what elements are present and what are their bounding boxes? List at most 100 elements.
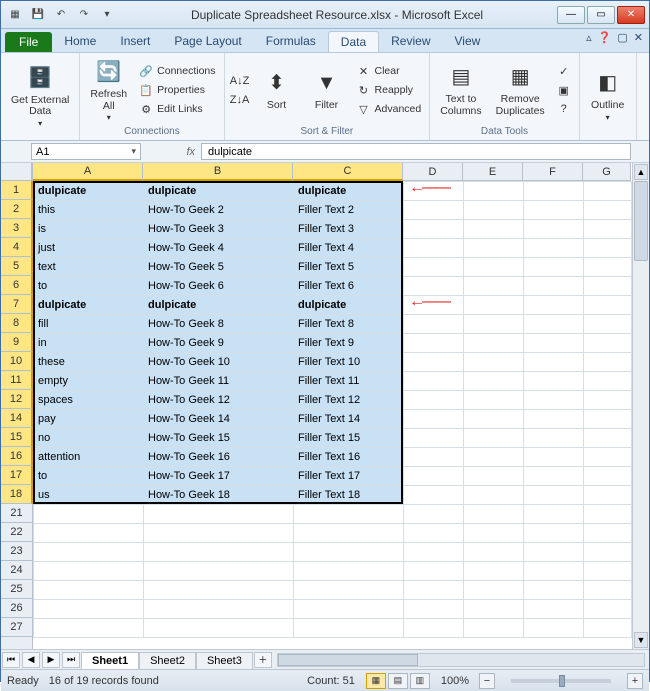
row-header[interactable]: 6 xyxy=(1,276,33,295)
cell[interactable]: dulpicate xyxy=(34,296,144,315)
row-header[interactable]: 14 xyxy=(1,409,33,428)
cell[interactable] xyxy=(584,486,632,505)
cell[interactable]: attention xyxy=(34,448,144,467)
cell[interactable]: is xyxy=(34,220,144,239)
sort-button[interactable]: ⬍ Sort xyxy=(255,66,299,114)
refresh-all-button[interactable]: 🔄 Refresh All ▾ xyxy=(86,55,131,125)
cell[interactable]: How-To Geek 9 xyxy=(144,334,294,353)
qat-customize[interactable]: ▾ xyxy=(97,5,117,25)
cell[interactable]: Filler Text 16 xyxy=(294,448,404,467)
cell[interactable]: Filler Text 11 xyxy=(294,372,404,391)
cell[interactable] xyxy=(524,353,584,372)
connections-button[interactable]: 🔗Connections xyxy=(137,63,217,79)
cell[interactable] xyxy=(34,505,144,524)
cell[interactable] xyxy=(524,277,584,296)
row-header[interactable]: 11 xyxy=(1,371,33,390)
sort-az-button[interactable]: A↓Z xyxy=(231,73,249,89)
cell[interactable]: spaces xyxy=(34,391,144,410)
column-header-B[interactable]: B xyxy=(143,163,293,181)
cell[interactable]: Filler Text 14 xyxy=(294,410,404,429)
row-header[interactable]: 27 xyxy=(1,618,32,637)
cell[interactable]: How-To Geek 18 xyxy=(144,486,294,505)
row-header[interactable]: 17 xyxy=(1,466,33,485)
cell[interactable] xyxy=(404,600,464,619)
cell[interactable]: to xyxy=(34,277,144,296)
cell[interactable]: Filler Text 10 xyxy=(294,353,404,372)
window-restore-icon[interactable]: ▢ xyxy=(617,31,627,44)
cell[interactable] xyxy=(404,391,464,410)
zoom-in-button[interactable]: + xyxy=(627,673,643,689)
cell[interactable] xyxy=(584,182,632,201)
remove-duplicates-button[interactable]: ▦ Remove Duplicates xyxy=(492,60,549,119)
cell[interactable] xyxy=(584,315,632,334)
cell[interactable] xyxy=(584,220,632,239)
cell[interactable]: these xyxy=(34,353,144,372)
fx-icon[interactable]: fx xyxy=(143,141,201,162)
cell[interactable] xyxy=(404,429,464,448)
sheet-nav-prev[interactable]: ◀ xyxy=(22,652,40,668)
cell[interactable]: to xyxy=(34,467,144,486)
cell[interactable]: How-To Geek 14 xyxy=(144,410,294,429)
cell[interactable] xyxy=(144,619,294,638)
row-header[interactable]: 21 xyxy=(1,504,32,523)
cell[interactable] xyxy=(464,562,524,581)
cell[interactable]: dulpicate xyxy=(294,182,404,201)
cell[interactable] xyxy=(404,315,464,334)
cell[interactable]: Filler Text 5 xyxy=(294,258,404,277)
sheet-tab[interactable]: Sheet2 xyxy=(139,652,196,669)
cell[interactable] xyxy=(404,448,464,467)
cell[interactable] xyxy=(584,581,632,600)
row-header[interactable]: 2 xyxy=(1,200,33,219)
cell[interactable]: pay xyxy=(34,410,144,429)
what-if-button[interactable]: ? xyxy=(555,101,573,117)
scroll-thumb[interactable] xyxy=(634,181,648,261)
select-all-corner[interactable] xyxy=(1,163,32,181)
cell[interactable] xyxy=(584,296,632,315)
cell[interactable]: Filler Text 4 xyxy=(294,239,404,258)
cell[interactable] xyxy=(584,562,632,581)
row-header[interactable]: 9 xyxy=(1,333,33,352)
cell[interactable] xyxy=(464,429,524,448)
cell[interactable] xyxy=(584,619,632,638)
cell[interactable] xyxy=(464,353,524,372)
column-header-D[interactable]: D xyxy=(403,163,463,181)
tab-formulas[interactable]: Formulas xyxy=(254,31,328,52)
qat-save[interactable]: 💾 xyxy=(28,5,48,25)
cell[interactable] xyxy=(584,391,632,410)
cell[interactable] xyxy=(524,201,584,220)
cell[interactable] xyxy=(404,334,464,353)
cell[interactable] xyxy=(584,524,632,543)
cell[interactable] xyxy=(464,486,524,505)
cell[interactable] xyxy=(404,410,464,429)
cell[interactable] xyxy=(464,277,524,296)
view-layout-button[interactable]: ▤ xyxy=(388,673,408,689)
cell[interactable]: Filler Text 8 xyxy=(294,315,404,334)
cell[interactable] xyxy=(464,505,524,524)
row-header[interactable]: 10 xyxy=(1,352,33,371)
cell[interactable] xyxy=(584,467,632,486)
cell[interactable]: How-To Geek 12 xyxy=(144,391,294,410)
cell[interactable] xyxy=(584,277,632,296)
sheet-nav-first[interactable]: ⏮ xyxy=(2,652,20,668)
cell[interactable] xyxy=(404,258,464,277)
cell[interactable] xyxy=(404,296,464,315)
cell[interactable]: us xyxy=(34,486,144,505)
cell[interactable] xyxy=(294,600,404,619)
cell[interactable] xyxy=(584,505,632,524)
cell[interactable] xyxy=(144,543,294,562)
cell[interactable] xyxy=(464,467,524,486)
cell[interactable] xyxy=(404,220,464,239)
cell[interactable]: How-To Geek 10 xyxy=(144,353,294,372)
help-icon[interactable]: ❓ xyxy=(598,31,612,44)
cell[interactable] xyxy=(404,201,464,220)
cell[interactable] xyxy=(404,277,464,296)
row-header[interactable]: 22 xyxy=(1,523,32,542)
hscroll-thumb[interactable] xyxy=(278,654,418,666)
cell[interactable] xyxy=(524,562,584,581)
cell[interactable]: dulpicate xyxy=(294,296,404,315)
cell[interactable] xyxy=(524,182,584,201)
cell[interactable] xyxy=(584,543,632,562)
cell[interactable] xyxy=(584,372,632,391)
filter-button[interactable]: ▼ Filter xyxy=(305,66,349,114)
cell[interactable] xyxy=(464,258,524,277)
